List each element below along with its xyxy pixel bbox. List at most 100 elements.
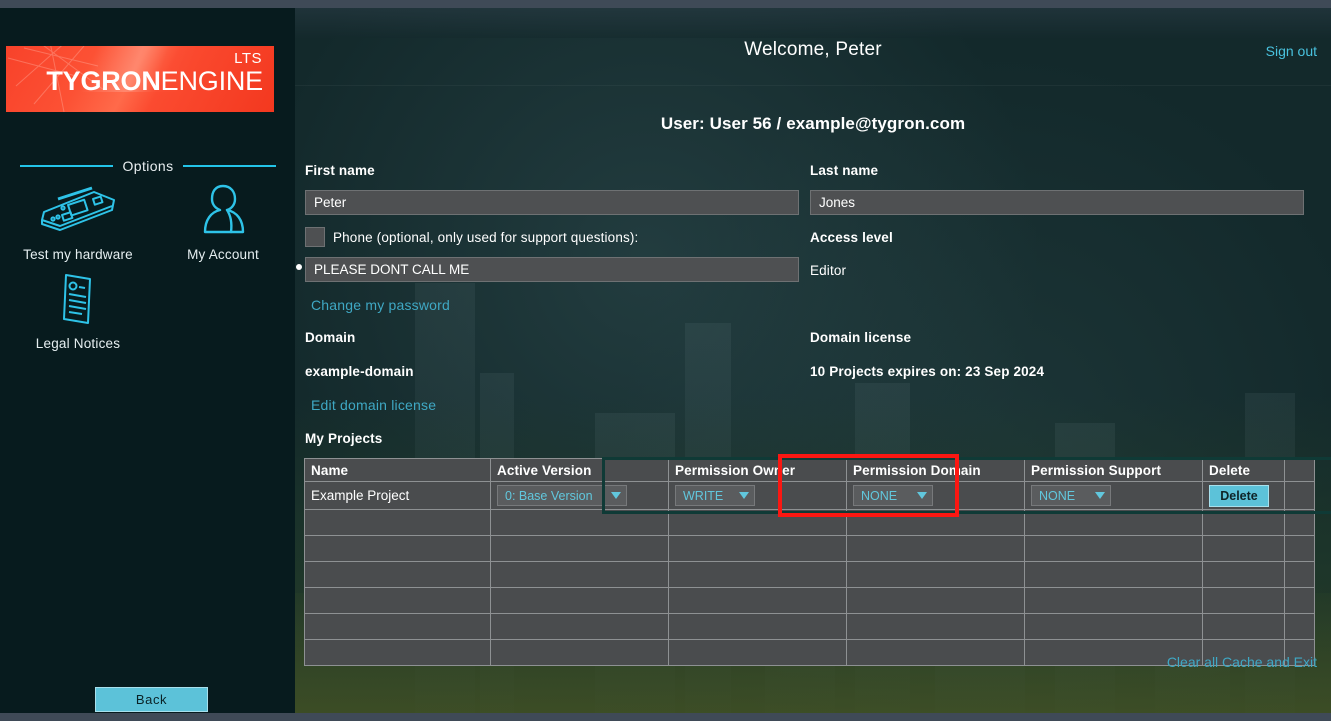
cell-empty [846,535,1025,562]
cell-empty [1202,535,1285,562]
header-divider [295,85,1331,86]
domain-license-label: Domain license [810,330,912,345]
cell-empty [846,639,1025,666]
cell-delete: Delete [1202,481,1285,510]
sign-out-link[interactable]: Sign out [1266,43,1317,59]
logo-wordmark: TYGRONENGINE [46,68,263,95]
divider-line-right [182,165,276,167]
cell-empty [846,561,1025,588]
cell-empty [304,561,491,588]
logo-wordmark-light: ENGINE [160,66,264,96]
first-name-input[interactable]: Peter [305,190,799,215]
cell-empty [668,535,847,562]
table-row-empty [304,561,1315,588]
my-projects-title: My Projects [305,431,383,446]
permission-domain-dropdown[interactable]: NONE [853,485,933,506]
active-version-dropdown-value: 0: Base Version [505,488,593,503]
cell-empty [1202,561,1285,588]
table-body: Example Project 0: Base Version WRITE NO… [304,481,1315,666]
cell-active-version: 0: Base Version [490,481,669,510]
cell-empty [668,639,847,666]
document-icon [18,267,138,327]
phone-input[interactable]: PLEASE DONT CALL ME [305,257,799,282]
cell-empty [1284,561,1315,588]
column-header-delete: Delete [1202,458,1285,482]
divider-line-left [20,165,114,167]
cell-permission-domain: NONE [846,481,1025,510]
cell-empty [1284,613,1315,640]
column-header-name: Name [304,458,491,482]
permission-domain-dropdown-value: NONE [861,488,898,503]
user-icon [163,178,283,238]
phone-checkbox-label: Phone (optional, only used for support q… [333,230,639,245]
cell-empty [1284,535,1315,562]
sidebar-item-label: My Account [187,247,259,262]
chevron-down-icon [1095,492,1105,499]
cell-empty [1024,509,1203,536]
cell-spacer [1284,481,1315,510]
back-button[interactable]: Back [95,687,208,712]
edit-domain-license-link[interactable]: Edit domain license [311,397,436,413]
active-version-dropdown[interactable]: 0: Base Version [497,485,627,506]
cell-empty [668,587,847,614]
chevron-down-icon [739,492,749,499]
cell-empty [1024,613,1203,640]
cell-empty [1284,509,1315,536]
cell-empty [1202,613,1285,640]
projects-table: Name Active Version Permission Owner Per… [304,458,1315,666]
cell-empty [490,639,669,666]
domain-license-value: 10 Projects expires on: 23 Sep 2024 [810,364,1045,379]
last-name-input[interactable]: Jones [810,190,1304,215]
delete-button[interactable]: Delete [1209,484,1269,507]
cell-empty [304,509,491,536]
permission-support-dropdown[interactable]: NONE [1031,485,1111,506]
cell-empty [846,587,1025,614]
last-name-label: Last name [810,163,879,178]
sidebar-item-test-my-hardware[interactable]: Test my hardware [18,178,138,262]
sidebar-item-label: Test my hardware [23,247,133,262]
table-row-empty [304,639,1315,666]
cell-empty [304,639,491,666]
access-level-label: Access level [810,230,893,245]
cell-empty [1024,535,1203,562]
change-password-link[interactable]: Change my password [311,297,450,313]
table-header-row: Name Active Version Permission Owner Per… [304,458,1315,482]
cell-empty [490,561,669,588]
column-header-permission-domain: Permission Domain [846,458,1025,482]
phone-checkbox[interactable] [305,227,325,247]
cell-project-name: Example Project [304,481,491,510]
logo-wordmark-bold: TYGRON [46,66,161,96]
cell-empty [668,509,847,536]
main-panel: Welcome, Peter Sign out User: User 56 / … [295,8,1331,713]
sidebar: LTS TYGRONENGINE Options Test my hardwar… [0,8,295,713]
cell-empty [668,561,847,588]
clear-cache-and-exit-link[interactable]: Clear all Cache and Exit [1167,654,1317,670]
cell-empty [490,613,669,640]
cell-empty [304,613,491,640]
table-row[interactable]: Example Project 0: Base Version WRITE NO… [304,481,1315,510]
table-row-empty [304,509,1315,536]
access-level-value: Editor [810,263,847,278]
projects-table-wrapper: Name Active Version Permission Owner Per… [304,458,1315,666]
sidebar-item-legal-notices[interactable]: Legal Notices [18,267,138,351]
cell-empty [490,535,669,562]
chevron-down-icon [611,492,621,499]
permission-owner-dropdown-value: WRITE [683,488,724,503]
permission-owner-dropdown[interactable]: WRITE [675,485,755,506]
column-header-active-version: Active Version [490,458,669,482]
cell-empty [668,613,847,640]
logo-lts-label: LTS [234,50,262,67]
options-divider: Options [20,158,276,174]
application-window: LTS TYGRONENGINE Options Test my hardwar… [0,0,1331,721]
cell-empty [1202,509,1285,536]
column-header-spacer [1284,458,1315,482]
column-header-permission-support: Permission Support [1024,458,1203,482]
cell-empty [490,587,669,614]
cell-empty [1024,587,1203,614]
cell-empty [846,613,1025,640]
table-row-empty [304,535,1315,562]
tygron-engine-logo: LTS TYGRONENGINE [6,46,274,112]
cell-empty [304,535,491,562]
sidebar-item-my-account[interactable]: My Account [163,178,283,262]
cell-empty [1202,587,1285,614]
